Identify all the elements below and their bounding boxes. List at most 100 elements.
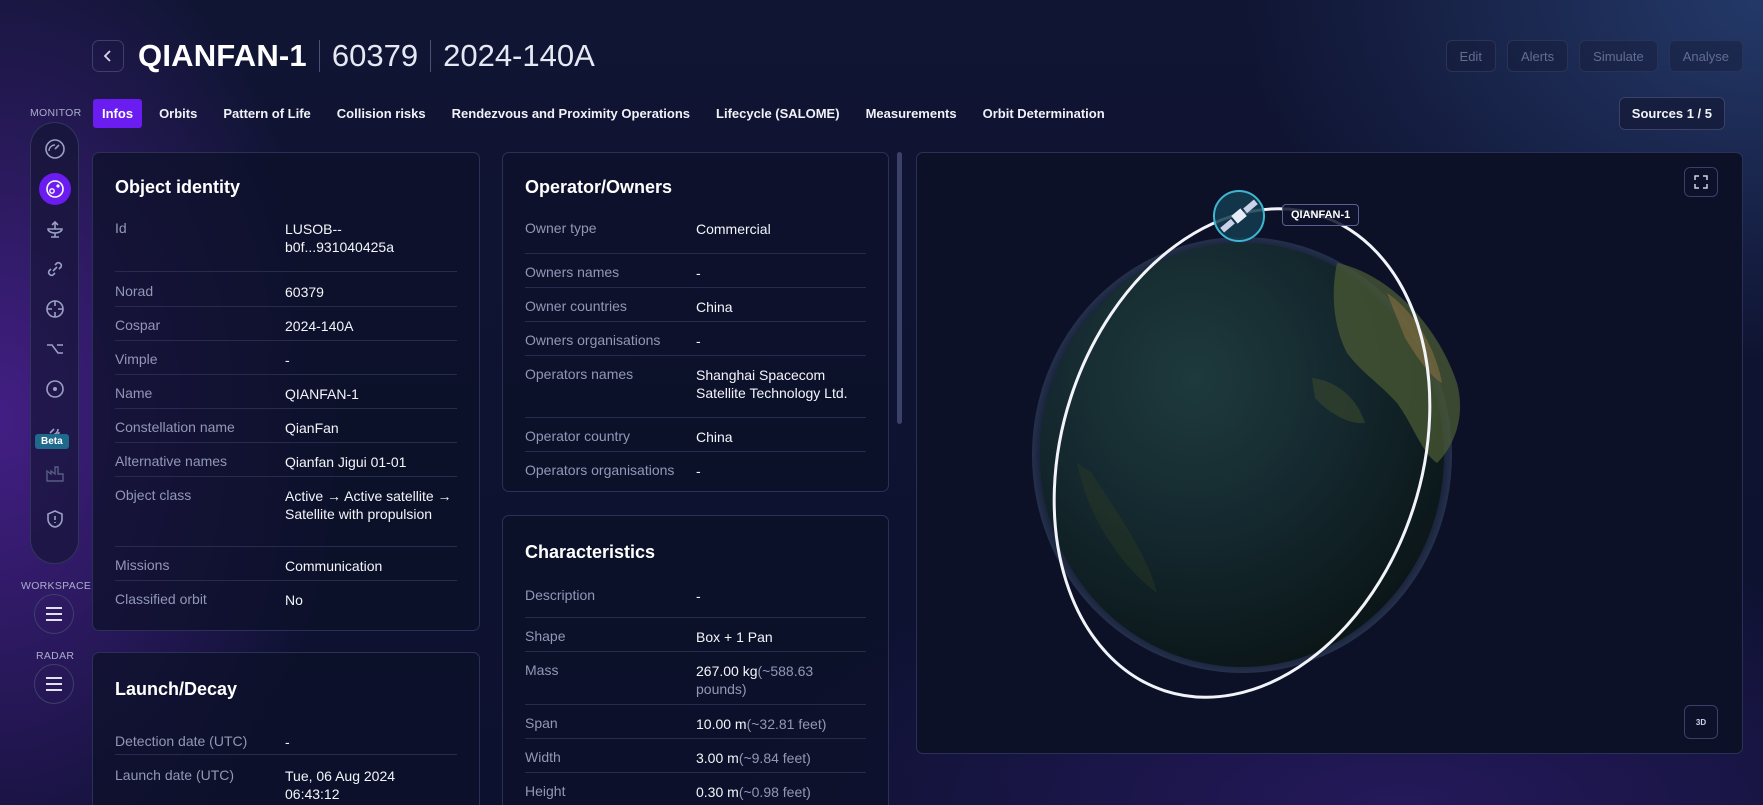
- scrollbar-thumb[interactable]: [897, 152, 902, 424]
- row-key: Owner countries: [525, 298, 627, 314]
- row-value: China: [696, 299, 733, 315]
- info-row-name: Name QIANFAN-1: [115, 375, 457, 409]
- row-value: 0.30 m(~0.98 feet): [696, 783, 811, 801]
- row-value: 3.00 m(~9.84 feet): [696, 749, 811, 767]
- info-row-operators-organisations: Operators organisations -: [525, 452, 866, 486]
- info-row-description: Description -: [525, 584, 866, 618]
- globe-view-panel[interactable]: QIANFAN-1 3D: [916, 152, 1743, 754]
- link-icon[interactable]: [39, 253, 71, 285]
- row-key: Shape: [525, 628, 566, 644]
- row-value: -: [285, 352, 290, 368]
- maneuver-icon[interactable]: [39, 333, 71, 365]
- tab-bar: Infos Orbits Pattern of Life Collision r…: [93, 99, 1122, 128]
- row-key: Width: [525, 749, 561, 765]
- tab-orbit-determination[interactable]: Orbit Determination: [974, 99, 1114, 128]
- value-metric: 10.00 m: [696, 716, 747, 732]
- tab-rendezvous-proximity[interactable]: Rendezvous and Proximity Operations: [443, 99, 699, 128]
- industry-icon[interactable]: [39, 457, 71, 489]
- cospar-id-title: 2024-140A: [443, 38, 595, 73]
- info-row-mass: Mass 267.00 kg(~588.63 pounds): [525, 652, 866, 705]
- info-row-launch-date: Launch date (UTC) Tue, 06 Aug 2024 06:43…: [115, 755, 457, 805]
- tab-measurements[interactable]: Measurements: [857, 99, 966, 128]
- info-row-owners-organisations: Owners organisations -: [525, 322, 866, 356]
- row-key: Launch date (UTC): [115, 767, 235, 783]
- row-key: Operators organisations: [525, 462, 675, 478]
- row-key: Id: [115, 220, 127, 236]
- row-key: Alternative names: [115, 453, 228, 469]
- sources-button[interactable]: Sources 1 / 5: [1618, 97, 1725, 130]
- tab-pattern-of-life[interactable]: Pattern of Life: [214, 99, 319, 128]
- value-metric: 267.00 kg: [696, 663, 758, 679]
- row-value: Commercial: [696, 221, 771, 237]
- simulate-button[interactable]: Simulate: [1579, 40, 1658, 72]
- row-key: Description: [525, 587, 596, 603]
- alerts-button[interactable]: Alerts: [1506, 40, 1569, 72]
- row-value: 2024-140A: [285, 318, 354, 334]
- row-value: QIANFAN-1: [285, 386, 359, 402]
- value-metric: 0.30 m: [696, 784, 739, 800]
- row-value: 60379: [285, 284, 324, 300]
- info-row-shape: Shape Box + 1 Pan: [525, 618, 866, 652]
- workspace-menu-button[interactable]: [34, 594, 74, 634]
- row-key: Object class: [115, 487, 192, 503]
- row-key: Vimple: [115, 351, 158, 367]
- satellite-name-label[interactable]: QIANFAN-1: [1282, 204, 1360, 226]
- back-button[interactable]: [92, 40, 124, 72]
- row-key: Height: [525, 783, 566, 799]
- row-key: Detection date (UTC): [115, 733, 248, 749]
- menu-icon: [46, 677, 62, 691]
- info-row-norad: Norad 60379: [115, 273, 457, 307]
- info-row-detection-date: Detection date (UTC) -: [115, 721, 457, 755]
- row-value: 10.00 m(~32.81 feet): [696, 715, 826, 733]
- row-value: Communication: [285, 558, 383, 574]
- row-key: Missions: [115, 557, 170, 573]
- object-identity-card: Object identity Id LUSOB--b0f...93104042…: [92, 152, 480, 631]
- tab-infos[interactable]: Infos: [93, 99, 143, 128]
- satellite-orbit-icon[interactable]: [39, 173, 71, 205]
- row-key: Mass: [525, 662, 559, 678]
- row-value: -: [696, 588, 701, 604]
- row-value: Tue, 06 Aug 2024 06:43:12: [285, 768, 396, 802]
- info-row-span: Span 10.00 m(~32.81 feet): [525, 705, 866, 739]
- tab-orbits[interactable]: Orbits: [150, 99, 206, 128]
- row-key: Classified orbit: [115, 591, 207, 607]
- shield-icon[interactable]: [39, 503, 71, 535]
- view-mode-toggle[interactable]: 3D: [1684, 705, 1718, 739]
- row-value: Shanghai Spacecom Satellite Technology L…: [696, 367, 848, 401]
- title-divider: [318, 40, 320, 72]
- title-divider: [430, 40, 432, 72]
- info-row-missions: Missions Communication: [115, 547, 457, 581]
- info-row-id: Id LUSOB--b0f...931040425a: [115, 220, 457, 272]
- radar-menu-button[interactable]: [34, 664, 74, 704]
- tab-collision-risks[interactable]: Collision risks: [328, 99, 435, 128]
- info-row-cospar: Cospar 2024-140A: [115, 307, 457, 341]
- dashboard-icon[interactable]: [39, 133, 71, 165]
- launch-decay-card: Launch/Decay Detection date (UTC) - Laun…: [92, 652, 480, 805]
- info-row-owner-countries: Owner countries China: [525, 288, 866, 322]
- row-key: Owners names: [525, 264, 620, 280]
- info-row-owners-names: Owners names -: [525, 254, 866, 288]
- analyse-button[interactable]: Analyse: [1668, 40, 1743, 72]
- header-actions: Edit Alerts Simulate Analyse: [1445, 40, 1743, 72]
- monitor-rail: Beta: [30, 122, 79, 564]
- fullscreen-button[interactable]: [1684, 167, 1718, 197]
- row-key: Operator country: [525, 428, 631, 444]
- info-row-alternative-names: Alternative names Qianfan Jigui 01-01: [115, 443, 457, 477]
- row-key: Name: [115, 385, 153, 401]
- operator-owners-card: Operator/Owners Owner type Commercial Ow…: [502, 152, 889, 492]
- workspace-label: WORKSPACE: [21, 580, 92, 592]
- ground-station-icon[interactable]: [39, 213, 71, 245]
- target-icon[interactable]: [39, 373, 71, 405]
- row-value: Box + 1 Pan: [696, 629, 773, 645]
- tab-lifecycle-salome[interactable]: Lifecycle (SALOME): [707, 99, 849, 128]
- crosshair-icon[interactable]: [39, 293, 71, 325]
- row-key: Cospar: [115, 317, 161, 333]
- row-value: QianFan: [285, 420, 339, 436]
- menu-icon: [46, 607, 62, 621]
- beta-badge: Beta: [35, 434, 69, 449]
- norad-id-title: 60379: [331, 38, 419, 73]
- info-row-operators-names: Operators names Shanghai Spacecom Satell…: [525, 356, 866, 418]
- object-name-title: QIANFAN-1: [138, 38, 307, 73]
- edit-button[interactable]: Edit: [1445, 40, 1496, 72]
- characteristics-card: Characteristics Description - Shape Box …: [502, 515, 889, 805]
